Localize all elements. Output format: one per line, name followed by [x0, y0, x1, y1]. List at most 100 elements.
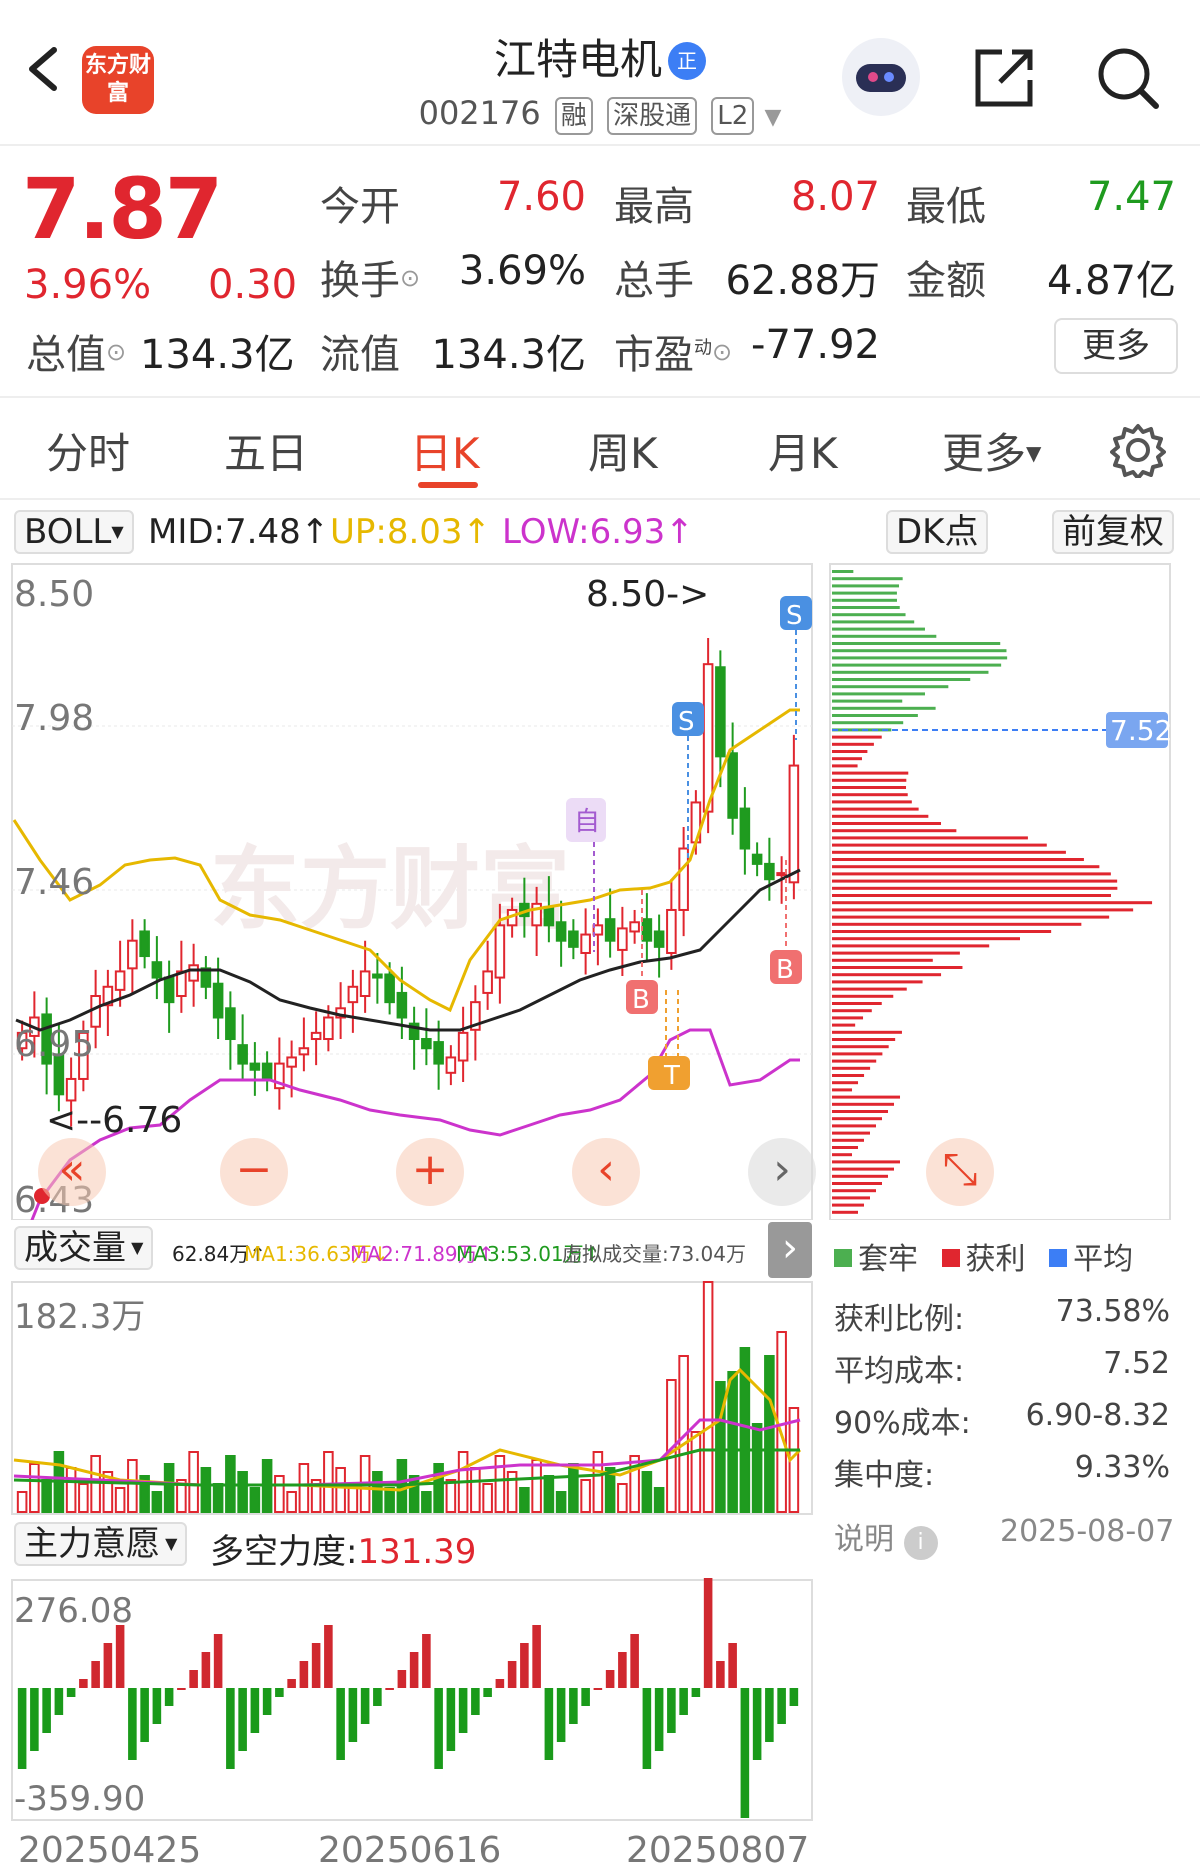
- chip-bar: [832, 865, 1100, 869]
- chip-bar: [832, 994, 894, 998]
- indicator-select[interactable]: BOLL▼: [14, 510, 134, 554]
- force-bar: [397, 1670, 407, 1688]
- tab-intraday[interactable]: 分时: [46, 420, 130, 481]
- force-bar: [373, 1688, 382, 1706]
- settings-icon[interactable]: [1110, 422, 1166, 478]
- app-header: 东方财富 江特电机正 002176 融 深股通 L2 ▼: [0, 0, 1200, 146]
- force-bar: [66, 1688, 76, 1697]
- amount-value: 4.87亿: [1046, 258, 1176, 304]
- volume-bar: [323, 1451, 334, 1513]
- info-icon[interactable]: ⊙: [712, 338, 732, 366]
- volume-bar: [641, 1471, 653, 1513]
- volume-indicator-select[interactable]: 成交量 ▼: [14, 1226, 154, 1270]
- candle-body: [114, 970, 126, 991]
- chip-bar: [832, 620, 915, 624]
- force-bar: [471, 1688, 480, 1715]
- volume-bar: [188, 1451, 199, 1513]
- force-bar: [630, 1634, 639, 1688]
- next-button[interactable]: ›: [748, 1138, 816, 1206]
- chip-bar: [832, 757, 862, 761]
- force-bar: [716, 1661, 725, 1688]
- force-bar: [458, 1688, 468, 1733]
- profit-ratio-label: 获利比例:: [834, 1302, 965, 1337]
- tab-more[interactable]: 更多▼: [942, 420, 1041, 481]
- volume-bar: [200, 1467, 212, 1513]
- expand-icon[interactable]: ⤡: [926, 1138, 994, 1206]
- force-bar: [703, 1578, 713, 1688]
- dropdown-icon[interactable]: ▼: [764, 105, 781, 130]
- chip-bar: [832, 1182, 882, 1185]
- chip-bar: [832, 606, 900, 609]
- force-bar: [115, 1625, 125, 1688]
- share-icon[interactable]: [972, 46, 1036, 110]
- zoom-out-button[interactable]: −: [220, 1138, 288, 1206]
- volume-bar: [151, 1491, 163, 1513]
- float-label: 流值: [320, 332, 400, 378]
- candle-body: [286, 1056, 297, 1068]
- candle-body: [421, 1038, 432, 1050]
- adjust-button[interactable]: 前复权: [1052, 510, 1174, 554]
- kline-chart[interactable]: 东方财富 7.52 8.50 7.98 7.46 6.95 6.43 8.50-…: [0, 560, 1200, 1220]
- chip-bar: [832, 930, 1052, 933]
- candle-body: [90, 995, 101, 1028]
- dk-point-button[interactable]: DK点: [886, 510, 989, 554]
- dropdown-icon: ▼: [1026, 441, 1042, 465]
- chip-bar: [832, 1081, 859, 1085]
- chip-bar: [832, 1189, 876, 1193]
- tab-weekly-k[interactable]: 周K: [588, 420, 658, 481]
- chip-bar: [832, 1124, 877, 1128]
- chip-bar: [832, 858, 1084, 861]
- low-marker: <--6.76: [46, 1100, 182, 1141]
- chip-bar: [832, 944, 990, 948]
- candle-body: [764, 862, 775, 881]
- force-bar: [189, 1670, 198, 1688]
- info-icon[interactable]: ⊙: [400, 264, 420, 292]
- candle-body: [494, 924, 506, 979]
- chip-bar: [832, 843, 1047, 847]
- volume-bar: [78, 1483, 89, 1513]
- expand-indicators-button[interactable]: ›: [768, 1222, 812, 1278]
- force-bar: [164, 1688, 174, 1706]
- candle-body: [127, 939, 138, 970]
- chip-bar: [832, 1138, 865, 1142]
- tab-five-day[interactable]: 五日: [224, 420, 308, 481]
- force-chart: 276.08 -359.90: [11, 1578, 813, 1821]
- chip-legend: 套牢 获利 平均: [834, 1234, 1133, 1278]
- info-icon[interactable]: ⊙: [106, 338, 126, 366]
- force-max-label: 276.08: [14, 1591, 133, 1631]
- chip-bar: [832, 1102, 895, 1106]
- pe-label: 市盈动⊙: [614, 332, 733, 378]
- volume-bar: [90, 1455, 101, 1513]
- force-bar: [593, 1688, 603, 1690]
- volume-bar: [114, 1487, 126, 1513]
- force-bar: [311, 1643, 321, 1688]
- force-bar: [691, 1688, 701, 1697]
- assistant-avatar[interactable]: [842, 38, 920, 116]
- force-bar: [409, 1652, 419, 1688]
- search-icon[interactable]: [1094, 44, 1162, 112]
- volume-bar: [163, 1463, 175, 1513]
- chip-bar: [832, 966, 963, 969]
- force-bar: [299, 1661, 309, 1688]
- avg-cost-value: 7.52: [1103, 1346, 1170, 1381]
- chip-bar: [832, 627, 925, 631]
- date-label: 20250425: [18, 1830, 202, 1871]
- force-indicator-select[interactable]: 主力意愿 ▼: [14, 1522, 188, 1566]
- prev-button[interactable]: ‹: [572, 1138, 640, 1206]
- force-bar: [777, 1688, 786, 1724]
- fast-back-button[interactable]: «: [38, 1138, 106, 1206]
- note-link[interactable]: 说明 i: [834, 1514, 938, 1560]
- volume-bar: [580, 1479, 591, 1513]
- tag-margin: 融: [554, 97, 593, 135]
- force-bar: [434, 1688, 443, 1769]
- volume-bar: [65, 1467, 77, 1513]
- zoom-in-button[interactable]: +: [396, 1138, 464, 1206]
- chip-bar: [832, 886, 1118, 890]
- force-bar: [789, 1688, 799, 1706]
- force-bar: [348, 1688, 358, 1742]
- tab-daily-k[interactable]: 日K: [410, 420, 480, 481]
- tab-monthly-k[interactable]: 月K: [768, 420, 838, 481]
- volume-bar: [690, 1431, 702, 1513]
- force-bar: [103, 1643, 113, 1688]
- more-button[interactable]: 更多: [1054, 318, 1178, 374]
